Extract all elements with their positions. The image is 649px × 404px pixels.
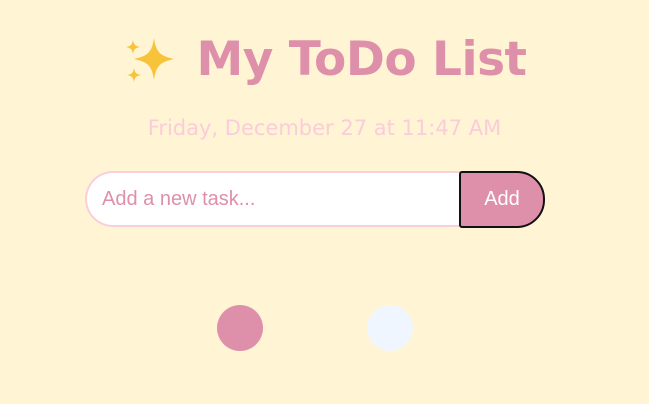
date-display: Friday, December 27 at 11:47 AM: [147, 116, 502, 140]
theme-dot-light-blue[interactable]: [367, 305, 413, 351]
sparkles-icon: [126, 38, 175, 82]
page-title: My ToDo List: [196, 32, 527, 87]
add-task-button[interactable]: Add: [459, 171, 545, 228]
new-task-input[interactable]: [85, 171, 485, 227]
header: My ToDo List: [0, 30, 649, 90]
theme-dot-pink[interactable]: [217, 305, 263, 351]
